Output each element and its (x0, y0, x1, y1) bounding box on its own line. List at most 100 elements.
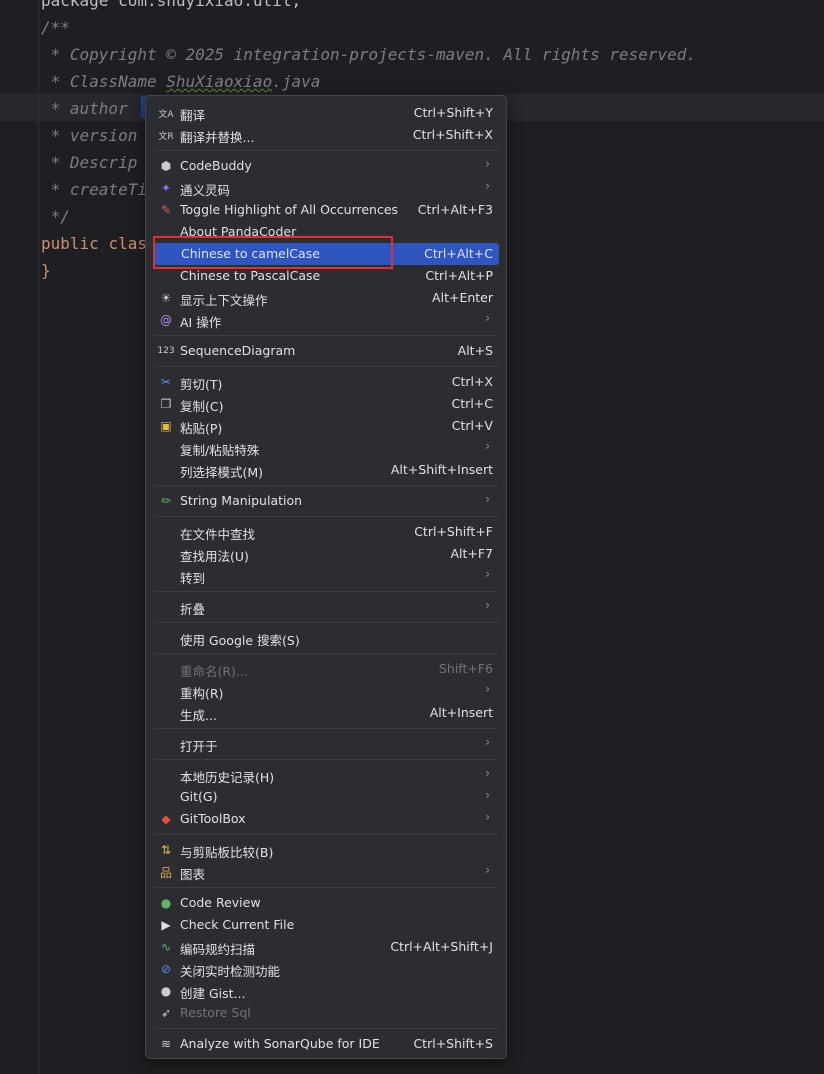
menu-item-label: 折叠 (180, 602, 206, 617)
sonarqube-icon: ≋ (160, 1037, 172, 1051)
menu-item-label: Git(G) (180, 789, 218, 804)
menu-item-label: 复制(C) (180, 399, 224, 414)
code-token: package com.shuyixiao.util; (41, 0, 302, 10)
menu-item-translate[interactable]: 文A 翻译 Ctrl+Shift+Y (153, 102, 499, 124)
menu-item-label: Analyze with SonarQube for IDE (180, 1036, 380, 1051)
menu-item-shortcut: Alt+F7 (450, 546, 493, 561)
chevron-right-icon: › (485, 567, 490, 581)
lightbulb-icon: ☀ (160, 291, 172, 305)
menu-separator (154, 622, 498, 623)
menu-item-find-in-files[interactable]: 在文件中查找 Ctrl+Shift+F (153, 521, 499, 543)
menu-item-label: Restore Sql (180, 1005, 251, 1020)
ai-spiral-icon: @ (160, 313, 172, 327)
menu-item-diagrams[interactable]: 品图表 › (153, 861, 499, 883)
menu-item-label: 重命名(R)... (180, 664, 248, 679)
menu-item-coding-spec-scan[interactable]: ∿ 编码规约扫描 Ctrl+Alt+Shift+J (153, 936, 499, 958)
menu-item-open-in[interactable]: 打开于 › (153, 733, 499, 755)
menu-item-generate[interactable]: 生成... Alt+Insert (153, 702, 499, 724)
code-line: public clas (41, 230, 147, 257)
code-line: * author (41, 95, 137, 122)
menu-item-folding[interactable]: 折叠 › (153, 596, 499, 618)
translate-replace-icon: 文R (158, 131, 174, 142)
menu-item-copy[interactable]: ❐ 复制(C) Ctrl+C (153, 393, 499, 415)
code-token: * version (41, 126, 138, 145)
menu-separator (154, 759, 498, 760)
menu-item-shortcut: Ctrl+Alt+C (424, 246, 493, 261)
menu-item-label: String Manipulation (180, 493, 303, 508)
menu-item-string-manipulation[interactable]: ✏ String Manipulation › (153, 490, 499, 512)
chevron-right-icon: › (485, 766, 490, 780)
menu-item-chinese-to-pascalcase[interactable]: Chinese to PascalCase Ctrl+Alt+P (153, 265, 499, 287)
menu-item-sonarqube[interactable]: ≋ Analyze with SonarQube for IDE Ctrl+Shif… (153, 1033, 499, 1055)
menu-separator (154, 591, 498, 592)
menu-item-about-pandacoder[interactable]: About PandaCoder (153, 221, 499, 243)
menu-item-label: 本地历史记录(H) (180, 770, 275, 785)
menu-item-shortcut: Ctrl+C (451, 396, 493, 411)
chevron-right-icon: › (485, 179, 490, 193)
scissors-icon: ✂ (160, 375, 172, 389)
github-icon: ● (160, 984, 172, 998)
gittoolbox-icon: ◆ (161, 812, 171, 826)
chevron-right-icon: › (485, 311, 490, 325)
menu-item-cut[interactable]: ✂ 剪切(T) Ctrl+X (153, 371, 499, 393)
menu-item-label: 转到 (180, 571, 206, 586)
menu-item-label: 翻译并替换... (180, 130, 255, 145)
clipboard-icon: ▣ (160, 419, 172, 433)
scan-icon: ∿ (160, 940, 172, 954)
menu-item-close-realtime-detect[interactable]: ⊘ 关闭实时检测功能 (153, 958, 499, 980)
tongyi-icon: ✦ (160, 181, 172, 195)
chevron-right-icon: › (485, 735, 490, 749)
menu-item-codebuddy[interactable]: ⬢ CodeBuddy › (153, 155, 499, 177)
menu-separator (154, 653, 498, 654)
menu-item-context-actions[interactable]: ☀ 显示上下文操作 Alt+Enter (153, 287, 499, 309)
menu-item-google-search[interactable]: 使用 Google 搜索(S) (153, 627, 499, 649)
menu-item-label: 与剪贴板比较(B) (180, 845, 274, 860)
menu-item-copy-paste-special[interactable]: 复制/粘贴特殊 › (153, 437, 499, 459)
menu-item-shortcut: Ctrl+Alt+P (425, 268, 493, 283)
sequence-icon: 123 (157, 346, 175, 356)
menu-item-label: 打开于 (180, 739, 218, 754)
menu-item-find-usages[interactable]: 查找用法(U) Alt+F7 (153, 543, 499, 565)
menu-item-tongyi-lingma[interactable]: ✦ 通义灵码 › (153, 177, 499, 199)
code-review-icon: ● (160, 896, 172, 910)
chevron-right-icon: › (485, 598, 490, 612)
menu-item-label: 重构(R) (180, 686, 224, 701)
menu-item-compare-clipboard[interactable]: ⇅ 与剪贴板比较(B) (153, 839, 499, 861)
translate-icon: 文A (158, 109, 174, 120)
code-token: * author (41, 99, 138, 118)
menu-separator (154, 485, 498, 486)
codebuddy-icon: ⬢ (160, 159, 172, 173)
menu-item-chinese-to-camelcase[interactable]: Chinese to camelCase Ctrl+Alt+C (154, 243, 499, 265)
menu-item-shortcut: Ctrl+Shift+F (414, 524, 493, 539)
menu-item-code-review[interactable]: ● Code Review (153, 892, 499, 914)
menu-item-refactor[interactable]: 重构(R) › (153, 680, 499, 702)
menu-item-goto[interactable]: 转到 › (153, 565, 499, 587)
menu-item-column-selection[interactable]: 列选择模式(M) Alt+Shift+Insert (153, 459, 499, 481)
menu-item-create-gist[interactable]: ● 创建 Gist... (153, 980, 499, 1002)
menu-item-sequence-diagram[interactable]: 123 SequenceDiagram Alt+S (153, 340, 499, 362)
code-line: * createTi (41, 176, 147, 203)
menu-item-check-current-file[interactable]: ▶ Check Current File (153, 914, 499, 936)
menu-item-local-history[interactable]: 本地历史记录(H) › (153, 764, 499, 786)
menu-item-label: 查找用法(U) (180, 549, 249, 564)
menu-item-shortcut: Alt+Shift+Insert (390, 462, 493, 477)
menu-item-paste[interactable]: ▣ 粘贴(P) Ctrl+V (153, 415, 499, 437)
code-token: ShuXiaoxiao (166, 72, 273, 91)
compare-icon: ⇅ (160, 843, 172, 857)
chevron-right-icon: › (485, 439, 490, 453)
menu-item-shortcut: Alt+S (457, 343, 493, 358)
code-line: * Copyright © 2025 integration-projects-… (41, 41, 696, 68)
prohibit-icon: ⊘ (160, 962, 172, 976)
code-token: } (41, 261, 51, 280)
menu-item-toggle-highlight[interactable]: ✎ Toggle Highlight of All Occurrences Ctrl… (153, 199, 499, 221)
menu-item-ai-actions[interactable]: @ AI 操作 › (153, 309, 499, 331)
menu-item-label: 在文件中查找 (180, 527, 256, 542)
code-token: clas (108, 234, 147, 253)
menu-item-gittoolbox[interactable]: ◆ GitToolBox › (153, 808, 499, 830)
gutter-divider (38, 0, 39, 1074)
menu-item-git[interactable]: Git(G) › (153, 786, 499, 808)
menu-separator (154, 150, 498, 151)
menu-item-translate-replace[interactable]: 文R 翻译并替换... Ctrl+Shift+X (153, 124, 499, 146)
code-token: public (41, 234, 109, 253)
menu-item-label: AI 操作 (180, 315, 222, 330)
